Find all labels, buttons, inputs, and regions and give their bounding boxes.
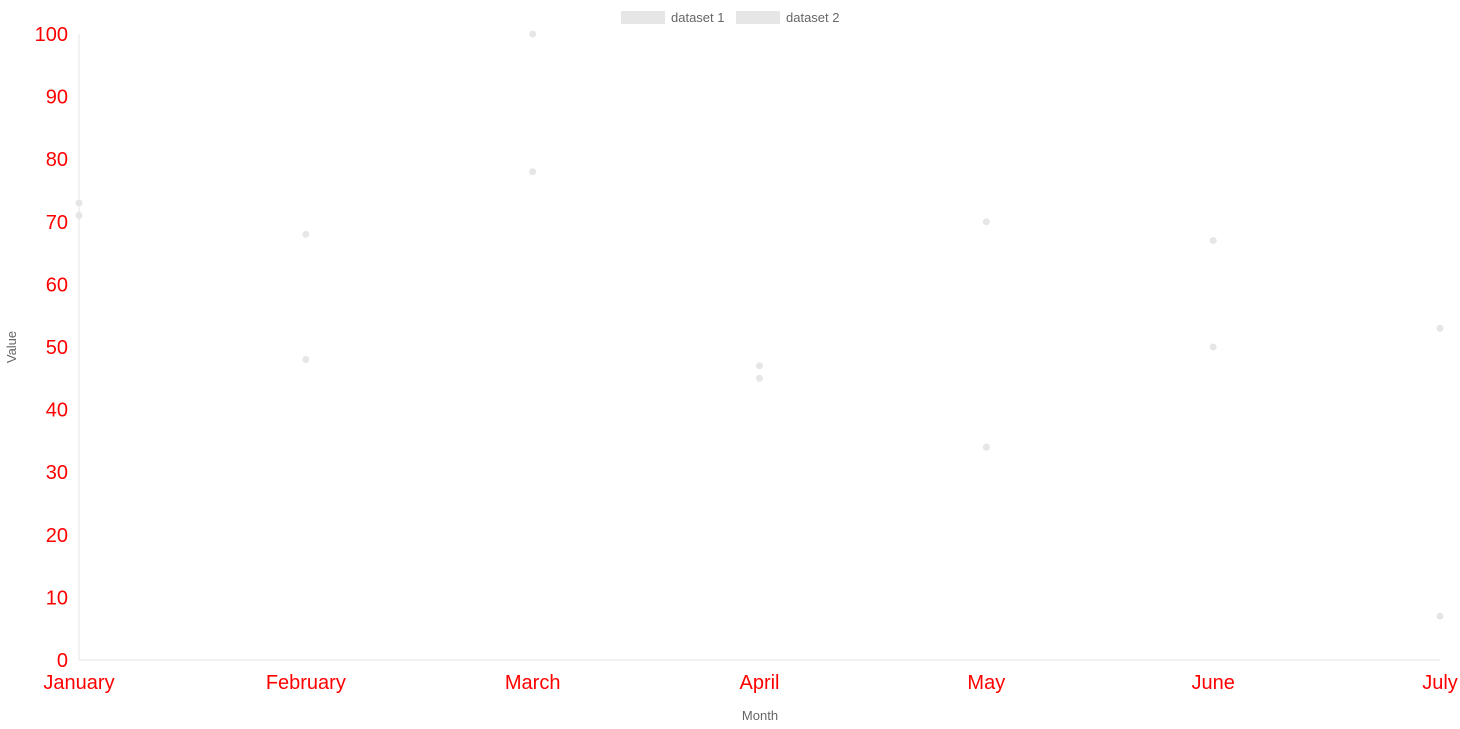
data-point-series-1[interactable] [756,362,763,370]
scatter-chart: dataset 1 dataset 2 0 10 20 30 40 50 60 70 80 90 1… [4,10,1458,723]
y-tick-label: 10 [46,587,68,609]
y-tick-label: 0 [57,650,68,672]
chart-container: dataset 1 dataset 2 0 10 20 30 40 50 60 70 80 90 1… [0,0,1460,729]
data-point-series-2[interactable] [1436,612,1444,620]
y-axis-title: Value [4,331,19,363]
data-point-series-1[interactable] [75,199,83,207]
y-tick-label: 30 [46,462,68,484]
x-tick-label: July [1422,672,1458,694]
legend-swatch-dataset-2[interactable] [736,11,780,24]
x-axis-title: Month [742,708,778,723]
y-tick-labels: 0 10 20 30 40 50 60 70 80 90 100 [35,24,68,672]
legend: dataset 1 dataset 2 [621,10,840,25]
y-tick-label: 40 [46,400,68,422]
data-point-series-2[interactable] [982,443,990,451]
x-tick-label: June [1191,672,1234,694]
data-point-series-2[interactable] [756,374,763,382]
y-tick-label: 50 [46,337,68,359]
data-point-series-2[interactable] [75,212,83,220]
y-tick-label: 60 [46,274,68,296]
data-point-series-2[interactable] [302,230,310,238]
x-tick-label: April [739,672,779,694]
legend-swatch-dataset-1[interactable] [621,11,665,24]
data-point-series-1[interactable] [982,218,990,226]
y-tick-label: 20 [46,525,68,547]
y-tick-label: 90 [46,87,68,109]
x-tick-labels: January February March April May June July [43,672,1457,694]
axes [78,34,1440,661]
x-tick-label: March [505,672,561,694]
x-tick-label: February [266,672,346,694]
data-point-series-2[interactable] [529,168,537,176]
y-tick-label: 70 [46,212,68,234]
legend-label-dataset-2[interactable]: dataset 2 [786,10,840,25]
data-point-series-2[interactable] [1209,237,1217,245]
data-point-series-1[interactable] [1436,324,1444,332]
data-points [75,30,1444,620]
y-tick-label: 100 [35,24,68,46]
legend-label-dataset-1[interactable]: dataset 1 [671,10,725,25]
data-point-series-1[interactable] [1209,343,1217,351]
data-point-series-1[interactable] [529,30,537,38]
x-tick-label: January [43,672,114,694]
data-point-series-1[interactable] [302,356,310,364]
y-tick-label: 80 [46,149,68,171]
x-tick-label: May [967,672,1005,694]
